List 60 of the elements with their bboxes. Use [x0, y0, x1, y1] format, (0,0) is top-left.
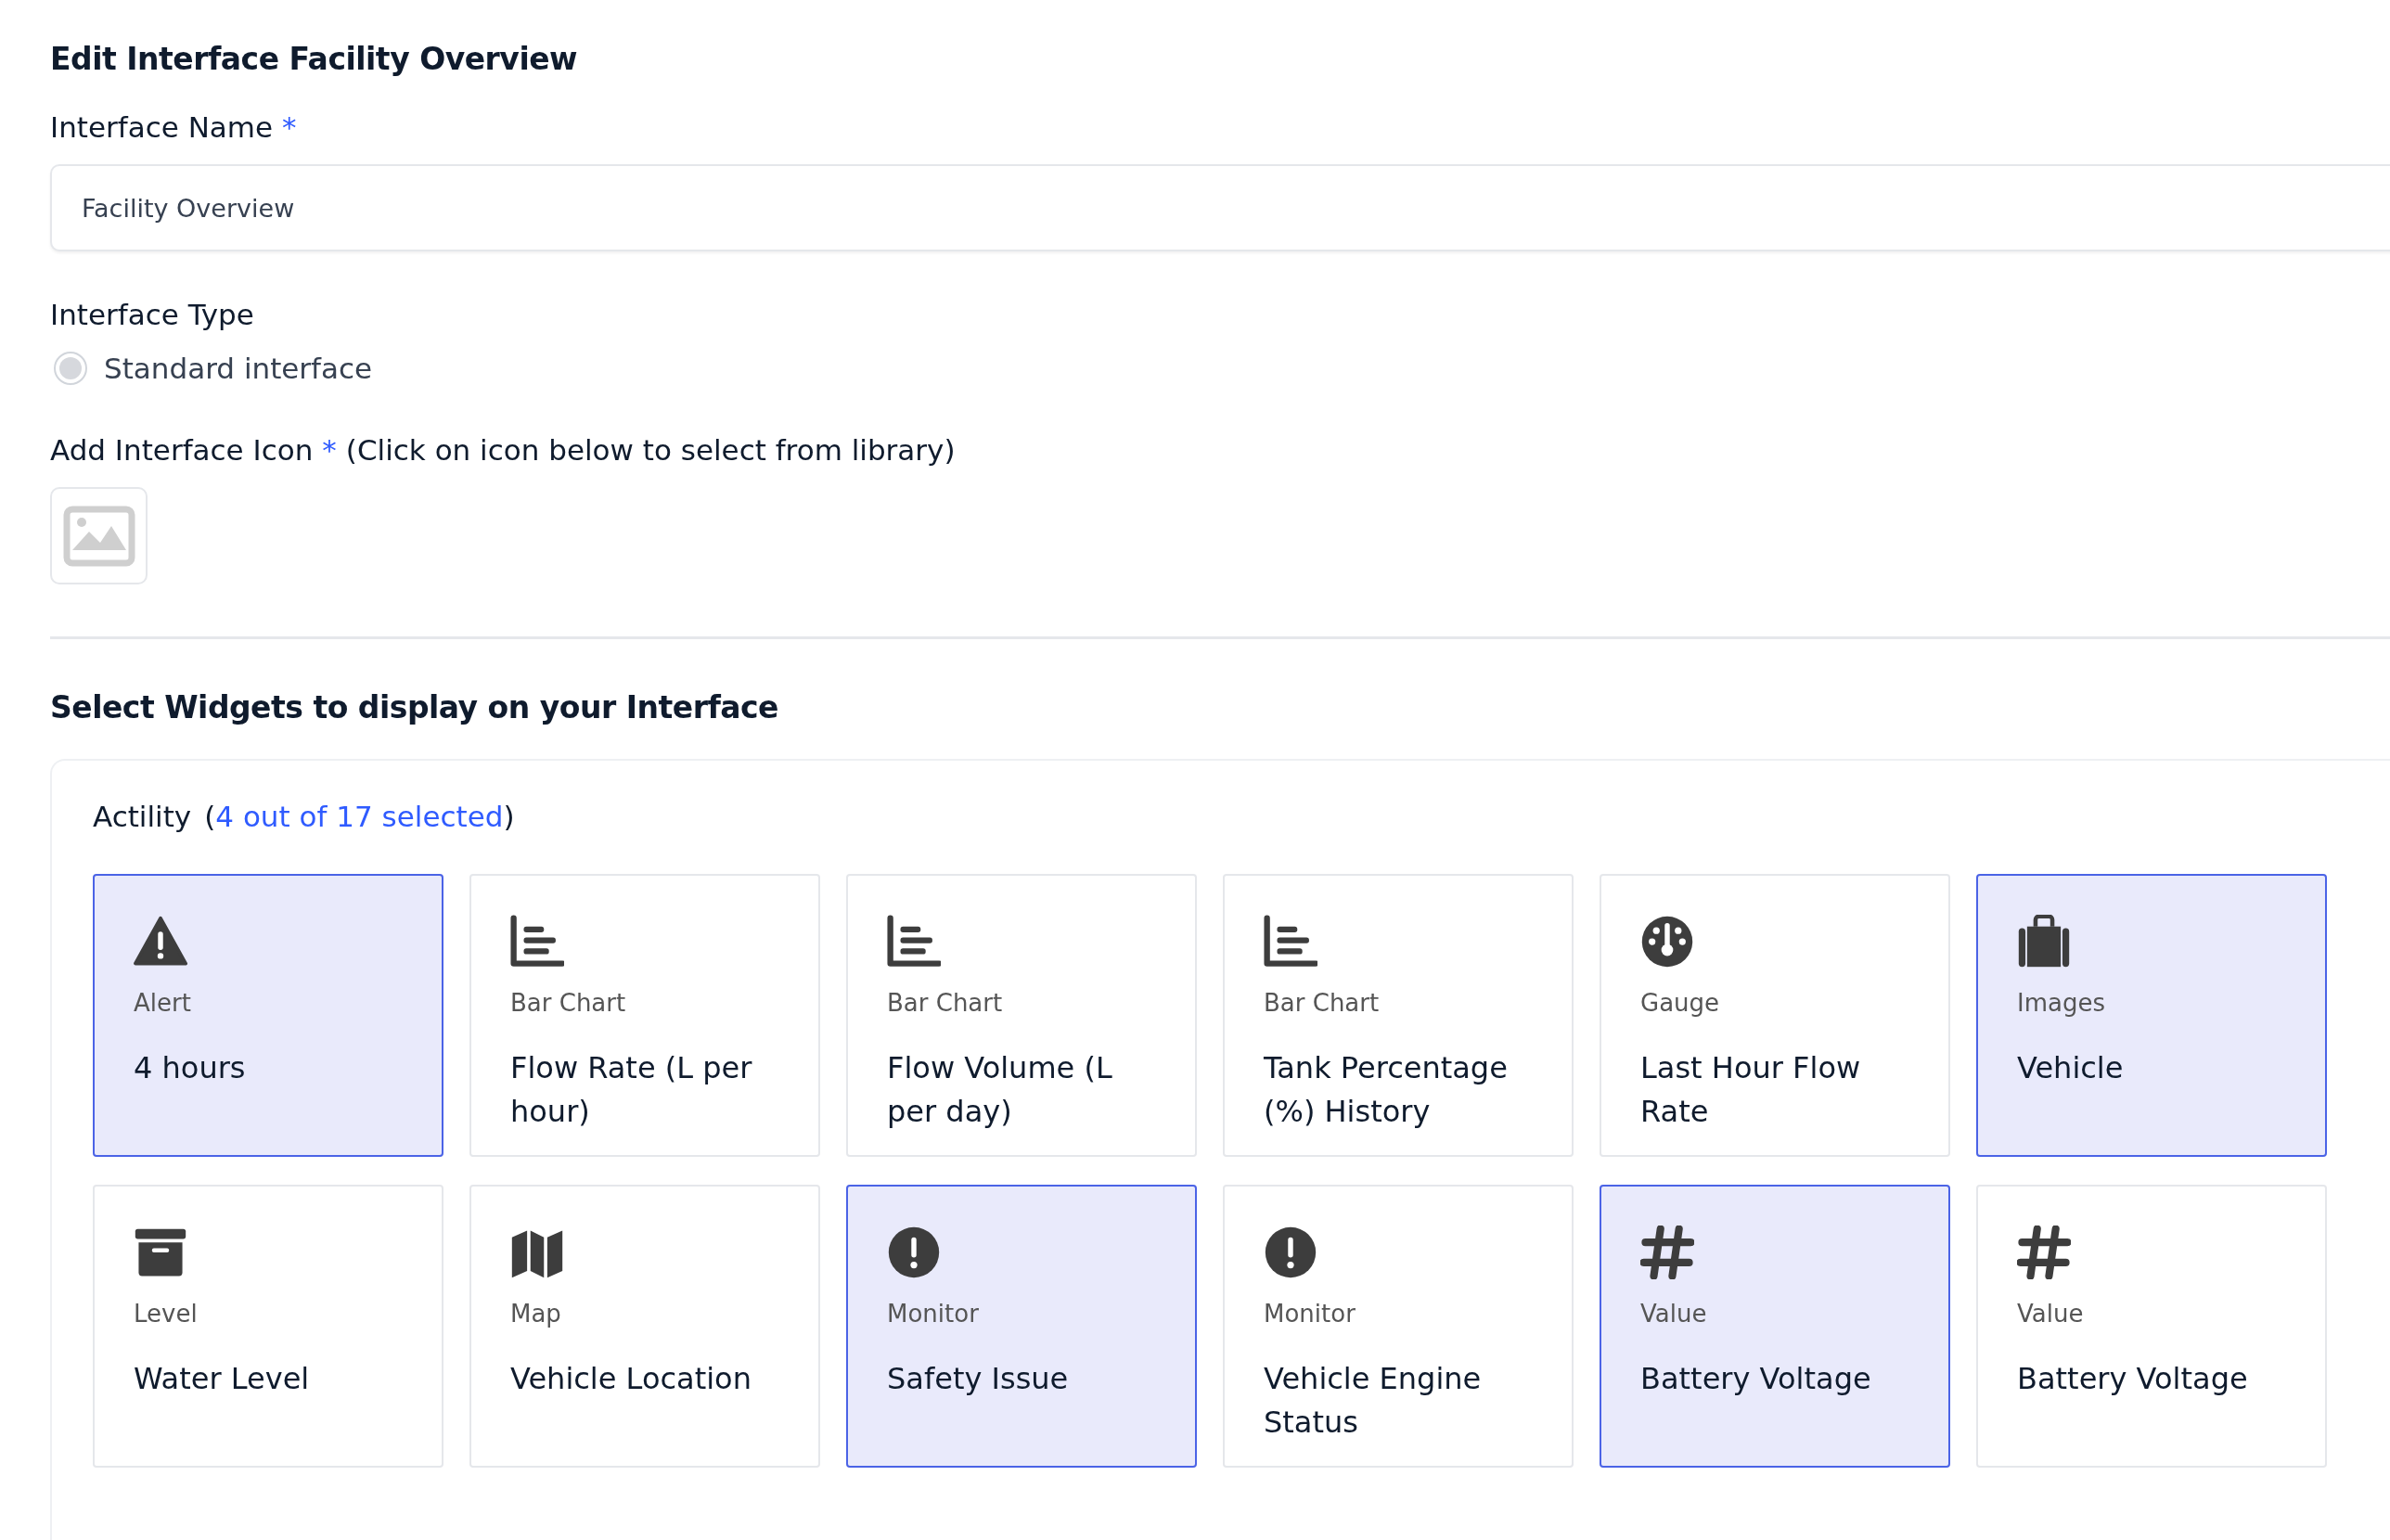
- widget-card[interactable]: Value Battery Voltage: [1600, 1185, 1950, 1468]
- widget-type: Bar Chart: [887, 989, 1004, 1017]
- gauge-icon: [1640, 915, 1694, 969]
- selection-count: (4 out of 17 selected): [204, 800, 515, 833]
- widget-type: Bar Chart: [1264, 989, 1381, 1017]
- widget-name: Flow Rate (L per hour): [510, 1049, 753, 1131]
- widget-card[interactable]: Monitor Safety Issue: [846, 1185, 1197, 1468]
- hash-icon: [1640, 1226, 1694, 1279]
- field-label: Add Interface Icon: [50, 433, 314, 467]
- bar-chart-icon: [510, 915, 564, 969]
- widget-card[interactable]: Map Vehicle Location: [469, 1185, 820, 1468]
- widget-type: Level: [134, 1300, 199, 1328]
- widget-card[interactable]: Bar Chart Tank Percentage (%) History: [1223, 874, 1574, 1157]
- field-label: Interface Type: [50, 298, 254, 331]
- field-hint: (Click on icon below to select from library): [345, 433, 956, 467]
- interface-name-input[interactable]: Facility Overview: [50, 164, 2390, 251]
- group-name: Actility: [93, 800, 192, 833]
- widget-name: Water Level: [134, 1360, 311, 1398]
- radio-button[interactable]: [54, 352, 87, 385]
- icon-picker-button[interactable]: [50, 487, 148, 584]
- widget-type: Images: [2017, 989, 2106, 1017]
- exclamation-circle-icon: [887, 1226, 941, 1279]
- widget-type: Value: [1640, 1300, 1708, 1328]
- widget-name: Vehicle Location: [510, 1360, 752, 1398]
- widget-name: Tank Percentage (%) History: [1264, 1049, 1509, 1131]
- widget-card[interactable]: Level Water Level: [93, 1185, 443, 1468]
- widget-type: Alert: [134, 989, 192, 1017]
- widget-name: Vehicle Engine Status: [1264, 1360, 1483, 1442]
- widget-card[interactable]: Images Vehicle: [1976, 874, 2327, 1157]
- field-label: Interface Name: [50, 110, 274, 144]
- widget-type: Bar Chart: [510, 989, 627, 1017]
- widget-name: 4 hours: [134, 1049, 247, 1087]
- widget-card[interactable]: Bar Chart Flow Volume (L per day): [846, 874, 1197, 1157]
- radio-label: Standard interface: [104, 352, 373, 385]
- required-mark: *: [282, 110, 297, 144]
- exclamation-circle-icon: [1264, 1226, 1317, 1279]
- bar-chart-icon: [887, 915, 941, 969]
- briefcase-icon: [2017, 915, 2071, 969]
- widget-type: Map: [510, 1300, 562, 1328]
- widget-card[interactable]: Value Battery Voltage: [1976, 1185, 2327, 1468]
- widget-name: Battery Voltage: [2017, 1360, 2249, 1398]
- widget-type: Monitor: [1264, 1300, 1356, 1328]
- widget-card[interactable]: Bar Chart Flow Rate (L per hour): [469, 874, 820, 1157]
- widget-name: Flow Volume (L per day): [887, 1049, 1113, 1131]
- widget-type: Gauge: [1640, 989, 1721, 1017]
- widget-name: Last Hour Flow Rate: [1640, 1049, 1862, 1131]
- widget-name: Safety Issue: [887, 1360, 1070, 1398]
- widget-name: Vehicle: [2017, 1049, 2125, 1087]
- widget-type: Value: [2017, 1300, 2085, 1328]
- page-title: Edit Interface Facility Overview: [50, 41, 579, 77]
- widget-card[interactable]: Monitor Vehicle Engine Status: [1223, 1185, 1574, 1468]
- widget-name: Battery Voltage: [1640, 1360, 1872, 1398]
- required-mark: *: [322, 433, 337, 467]
- image-icon: [62, 505, 135, 567]
- bar-chart-icon: [1264, 915, 1317, 969]
- widget-card[interactable]: Gauge Last Hour Flow Rate: [1600, 874, 1950, 1157]
- section-title: Select Widgets to display on your Interface: [50, 689, 779, 725]
- widget-type: Monitor: [887, 1300, 980, 1328]
- widget-card[interactable]: Alert 4 hours: [93, 874, 443, 1157]
- hash-icon: [2017, 1226, 2071, 1279]
